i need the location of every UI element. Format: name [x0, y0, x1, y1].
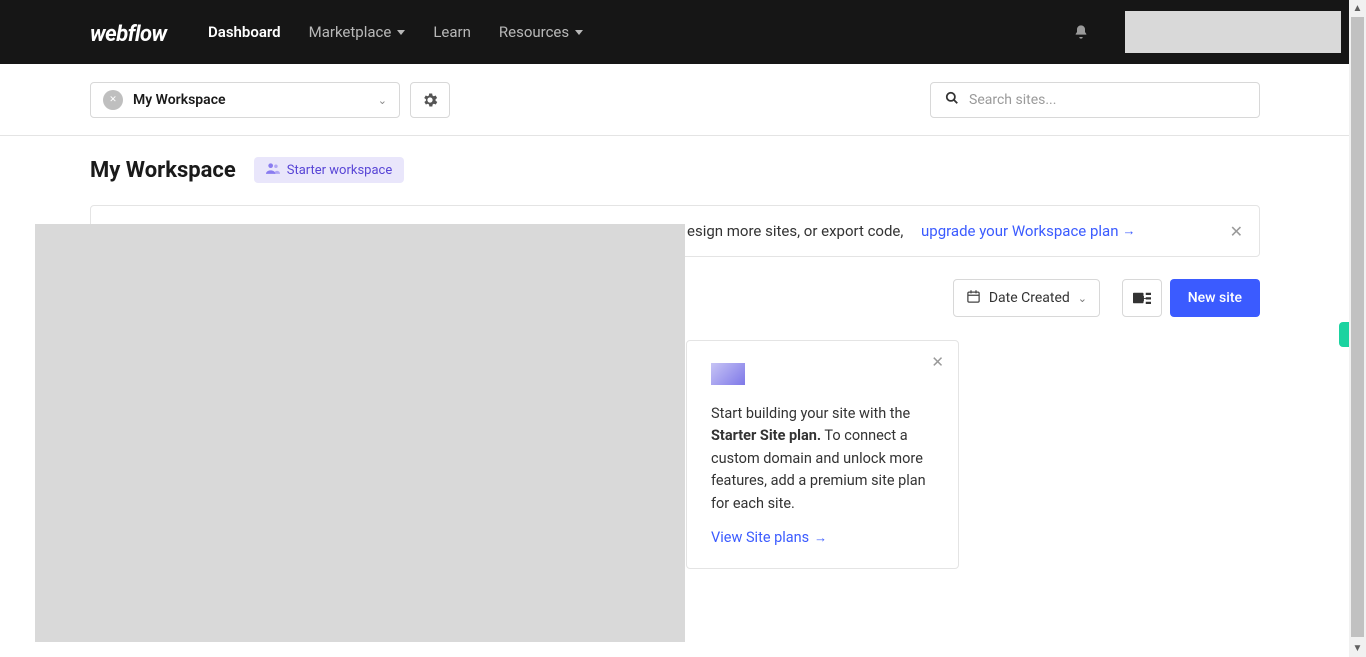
notifications-icon[interactable] [1073, 24, 1089, 44]
title-row: My Workspace Starter workspace [90, 157, 404, 183]
obscured-region [35, 224, 685, 642]
nav-resources[interactable]: Resources [499, 23, 583, 41]
scroll-down-icon[interactable]: ▼ [1349, 640, 1366, 657]
workspace-settings-button[interactable] [410, 82, 450, 118]
nav-dashboard[interactable]: Dashboard [208, 23, 281, 41]
search-input[interactable] [969, 92, 1245, 108]
close-icon[interactable]: ✕ [931, 353, 944, 371]
chevron-down-icon [575, 30, 583, 35]
upgrade-link[interactable]: upgrade your Workspace plan [921, 222, 1136, 240]
svg-text:+: + [1141, 292, 1147, 305]
account-menu[interactable] [1125, 11, 1341, 53]
view-toggle-button[interactable]: + [1122, 279, 1162, 317]
nav-label: Resources [499, 23, 569, 41]
scroll-thumb[interactable] [1351, 17, 1364, 637]
starter-plan-card: ✕ Start building your site with the Star… [686, 340, 959, 569]
chevron-down-icon [397, 30, 405, 35]
plan-badge[interactable]: Starter workspace [254, 157, 405, 183]
workspace-avatar-icon [103, 90, 123, 110]
view-site-plans-link[interactable]: View Site plans [711, 529, 827, 546]
sort-dropdown[interactable]: Date Created ⌄ [953, 279, 1100, 317]
search-icon [945, 91, 959, 109]
page-title: My Workspace [90, 158, 236, 183]
nav-label: Marketplace [309, 23, 392, 41]
logo[interactable]: webflow [90, 22, 167, 47]
feedback-tab[interactable] [1339, 322, 1349, 347]
chevron-down-icon: ⌄ [1078, 292, 1087, 305]
plan-glyph-icon [711, 363, 745, 385]
calendar-icon [966, 289, 981, 308]
top-nav: webflow Dashboard Marketplace Learn Reso… [0, 0, 1349, 64]
workspace-selector[interactable]: My Workspace ⌄ [90, 82, 400, 118]
card-body: Start building your site with the Starte… [711, 403, 934, 515]
nav-learn[interactable]: Learn [433, 23, 471, 41]
banner-text: esign more sites, or export code, [687, 222, 903, 240]
scroll-up-icon[interactable]: ▲ [1349, 0, 1366, 17]
sort-label: Date Created [989, 290, 1070, 306]
search-sites[interactable] [930, 82, 1260, 118]
vertical-scrollbar[interactable]: ▲ ▼ [1349, 0, 1366, 657]
nav-marketplace[interactable]: Marketplace [309, 23, 406, 41]
close-icon[interactable]: ✕ [1230, 222, 1243, 241]
workspace-name: My Workspace [133, 92, 368, 108]
people-icon [266, 162, 280, 178]
new-site-button[interactable]: New site [1170, 279, 1260, 317]
plan-badge-label: Starter workspace [287, 163, 393, 178]
chevron-down-icon: ⌄ [378, 94, 387, 107]
